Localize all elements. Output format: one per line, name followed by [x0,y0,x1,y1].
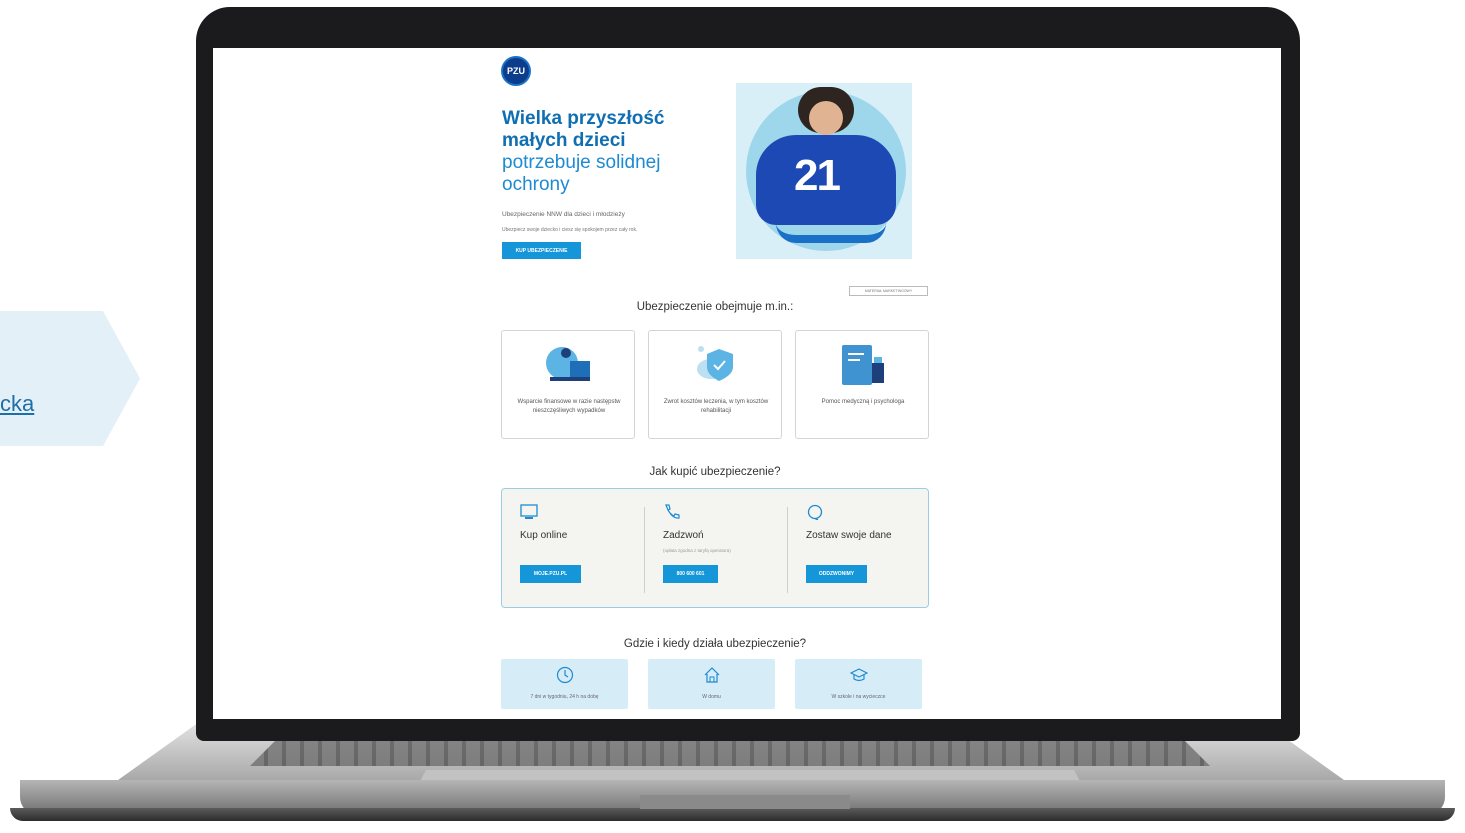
coverage-card-text: Wsparcie finansowe w razie następstw nie… [517,399,621,414]
buy-option-title: Kup online [520,530,568,541]
coverage-cards: Wsparcie finansowe w razie następstw nie… [501,330,929,439]
hero-subtext: Ubezpiecz swoje dziecko i ciesz się spok… [502,227,638,233]
headset-icon [807,504,823,520]
coverage-card-text: Pomoc medyczną i psychologa [821,399,905,405]
online-button[interactable]: MOJE.PZU.PL [520,565,581,583]
jersey-number: 21 [794,151,841,200]
buy-insurance-button[interactable]: KUP UBEZPIECZENIE [502,242,581,259]
web-page: PZU Wielka przyszłość małych dzieci potr… [213,48,1281,719]
pzu-logo[interactable]: PZU [501,56,531,86]
where-when-text: 7 dni w tygodniu, 24 h na dobę [530,694,599,700]
financial-support-icon [546,347,590,381]
where-when-tile: 7 dni w tygodniu, 24 h na dobę [501,659,628,709]
logo-text: PZU [507,66,525,76]
laptop-hinge [640,795,850,809]
phone-icon [665,504,680,519]
hero-title-line-4: ochrony [502,174,570,195]
hero-swoosh [776,223,886,243]
where-when-tile: W szkole i na wycieczce [795,659,922,709]
side-tab-link[interactable]: cka [0,391,34,417]
hero-image: 21 [736,83,912,259]
phone-button[interactable]: 800 600 601 [663,565,718,583]
hero-title-bold-1: Wielka przyszłość [502,108,665,129]
buy-option-title: Zadzwoń [663,530,704,541]
where-when-text: W szkole i na wycieczce [831,694,886,700]
callback-button[interactable]: ODDZWONIMY [806,565,867,583]
coverage-card[interactable]: Zwrot kosztów leczenia, w tym kosztów re… [648,330,782,439]
how-to-buy-box: Kup online MOJE.PZU.PL Zadzwoń (opłata z… [501,488,929,608]
buy-option-phone: Zadzwoń (opłata zgodna z taryfą operator… [645,489,787,609]
hero-title: Wielka przyszłość małych dzieci potrzebu… [502,108,702,196]
hero-title-bold-2: małych dzieci [502,130,626,151]
buy-option-online: Kup online MOJE.PZU.PL [502,489,644,609]
where-when-heading: Gdzie i kiedy działa ubezpieczenie? [623,638,807,650]
laptop-bottom-edge [10,808,1455,821]
laptop-screen: PZU Wielka przyszłość małych dzieci potr… [213,48,1281,719]
coverage-card-text: Zwrot kosztów leczenia, w tym kosztów re… [663,399,769,414]
where-when-text: W domu [702,694,721,700]
buy-option-title: Zostaw swoje dane [806,530,892,541]
hero-subtitle: Ubezpieczenie NNW dla dzieci i młodzieży [502,211,625,218]
graduation-cap-icon [850,668,868,682]
coverage-heading: Ubezpieczenie obejmuje m.in.: [636,301,794,313]
hero-face [809,101,843,135]
clock-icon [556,666,574,684]
marketing-badge: MATERIAŁ MARKETINGOWY [849,286,928,296]
monitor-icon [520,504,538,519]
where-when-tile: W domu [648,659,775,709]
home-icon [704,667,720,683]
coverage-card[interactable]: Pomoc medyczną i psychologa [795,330,929,439]
buy-option-callback: Zostaw swoje dane ODDZWONIMY [788,489,930,609]
stage: cka PZU Wielka przyszłość małych dzieci … [0,0,1465,833]
hero-title-line-3: potrzebuje solidnej [502,152,661,173]
side-arrow-tab[interactable]: cka [0,311,140,446]
cost-refund-icon [697,346,733,381]
medical-help-icon [842,345,884,385]
coverage-card[interactable]: Wsparcie finansowe w razie następstw nie… [501,330,635,439]
phone-note: (opłata zgodna z taryfą operatora) [663,548,731,553]
how-to-buy-heading: Jak kupić ubezpieczenie? [649,466,781,478]
